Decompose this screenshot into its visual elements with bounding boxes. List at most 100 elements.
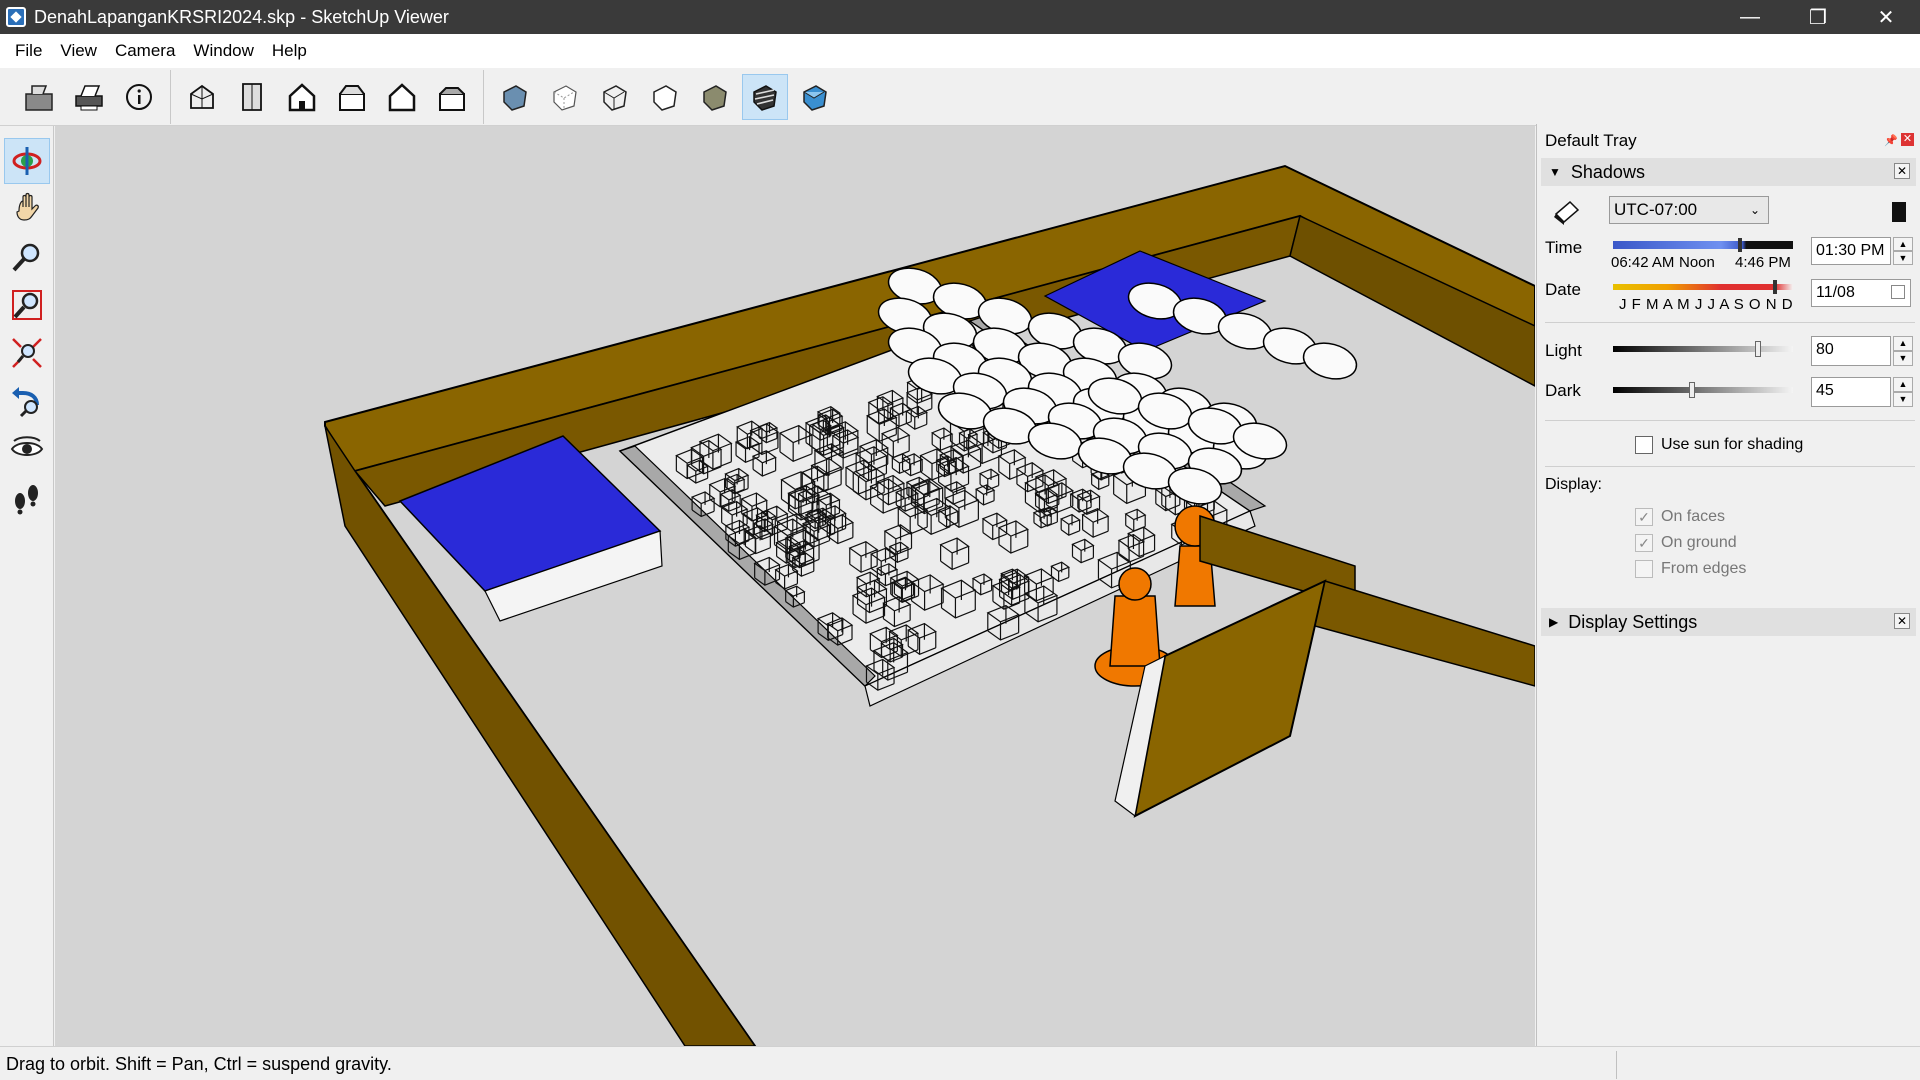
open-icon <box>25 84 53 111</box>
pin-icon[interactable]: 📌 <box>1884 134 1898 147</box>
timezone-dropdown[interactable]: UTC-07:00 ⌄ <box>1609 196 1769 224</box>
dark-field[interactable]: 45 <box>1811 377 1891 407</box>
file-tools-group <box>8 70 170 124</box>
tray-title-bar: Default Tray 📌 ✕ <box>1537 124 1920 158</box>
look-around-button[interactable] <box>4 426 50 472</box>
light-spin-up[interactable]: ▲ <box>1893 336 1913 351</box>
look-around-icon <box>10 436 44 456</box>
zoom-extents-button[interactable] <box>4 330 50 376</box>
shaded-button[interactable] <box>692 74 738 120</box>
sunset-label: 4:46 PM <box>1735 254 1791 271</box>
scene-render[interactable] <box>55 126 1535 1046</box>
shadows-title: Shadows <box>1570 161 1645 182</box>
camera-toolbar <box>0 126 54 1046</box>
date-slider[interactable] <box>1613 284 1793 290</box>
back-view-button[interactable] <box>379 74 425 120</box>
shadows-close-button[interactable]: ✕ <box>1894 163 1910 179</box>
hidden-line-button[interactable] <box>642 74 688 120</box>
iso-view-button[interactable] <box>179 74 225 120</box>
time-slider-thumb[interactable] <box>1738 238 1742 252</box>
light-field[interactable]: 80 <box>1811 336 1891 366</box>
menu-view[interactable]: View <box>51 34 106 68</box>
window-title: DenahLapanganKRSRI2024.skp - SketchUp Vi… <box>34 6 449 27</box>
open-button[interactable] <box>16 74 62 120</box>
title-bar: DenahLapanganKRSRI2024.skp - SketchUp Vi… <box>0 0 1920 34</box>
measurements-box[interactable] <box>1616 1051 1916 1079</box>
pan-button[interactable] <box>4 186 50 232</box>
on-ground-checkbox[interactable]: ✓ <box>1635 534 1653 552</box>
on-faces-label: On faces <box>1661 508 1726 525</box>
shadows-panel-header[interactable]: ▼ Shadows ✕ <box>1541 158 1916 186</box>
top-view-button[interactable] <box>229 74 275 120</box>
xray-button[interactable] <box>492 74 538 120</box>
sunrise-label: 06:42 AM <box>1611 254 1675 271</box>
tray-close-button[interactable]: ✕ <box>1901 133 1914 146</box>
previous-view-button[interactable] <box>4 378 50 424</box>
date-slider-thumb[interactable] <box>1773 280 1777 294</box>
dark-slider-thumb[interactable] <box>1689 382 1695 398</box>
print-icon <box>75 84 103 110</box>
front-view-button[interactable] <box>279 74 325 120</box>
time-slider[interactable] <box>1613 241 1793 249</box>
previous-view-icon <box>12 387 39 418</box>
separator <box>1545 466 1915 467</box>
light-slider-thumb[interactable] <box>1755 341 1761 357</box>
maximize-button[interactable]: ❐ <box>1784 0 1852 34</box>
dark-spin-up[interactable]: ▲ <box>1893 377 1913 392</box>
dark-spin-down[interactable]: ▼ <box>1893 392 1913 407</box>
dark-label: Dark <box>1545 381 1581 400</box>
zoom-extents-icon <box>12 338 42 368</box>
close-button[interactable]: ✕ <box>1852 0 1920 34</box>
from-edges-checkbox[interactable] <box>1635 560 1653 578</box>
model-info-button[interactable] <box>116 74 162 120</box>
menu-camera[interactable]: Camera <box>106 34 184 68</box>
light-spin-down[interactable]: ▼ <box>1893 351 1913 366</box>
walk-icon <box>15 485 38 515</box>
main-toolbar <box>0 68 1920 126</box>
chevron-down-icon: ⌄ <box>1749 203 1760 217</box>
menu-file[interactable]: File <box>6 34 51 68</box>
timezone-value: UTC-07:00 <box>1614 200 1698 219</box>
time-spin-up[interactable]: ▲ <box>1893 237 1913 251</box>
print-button[interactable] <box>66 74 112 120</box>
use-sun-checkbox[interactable] <box>1635 436 1653 454</box>
details-toggle-icon[interactable] <box>1892 202 1906 222</box>
back-view-icon <box>388 82 416 111</box>
shaded-textures-button[interactable] <box>742 73 788 120</box>
back-edges-icon <box>553 84 577 111</box>
time-label: Time <box>1545 238 1583 257</box>
dark-slider[interactable] <box>1613 387 1793 393</box>
time-spin-down[interactable]: ▼ <box>1893 251 1913 265</box>
wireframe-button[interactable] <box>592 74 638 120</box>
iso-view-icon <box>190 84 214 109</box>
right-view-icon <box>339 84 365 111</box>
orbit-button[interactable] <box>4 138 50 184</box>
minimize-button[interactable]: — <box>1716 0 1784 34</box>
wireframe-icon <box>603 84 627 111</box>
light-slider[interactable] <box>1613 346 1793 352</box>
display-label: Display: <box>1545 476 1602 493</box>
model-viewport[interactable] <box>55 126 1535 1046</box>
orbit-icon <box>12 147 42 175</box>
calendar-icon[interactable] <box>1891 285 1905 299</box>
hidden-line-icon <box>653 84 677 111</box>
display-settings-close-button[interactable]: ✕ <box>1894 613 1910 629</box>
display-settings-panel-header[interactable]: ▶ Display Settings ✕ <box>1541 608 1916 636</box>
menu-window[interactable]: Window <box>184 34 262 68</box>
expand-arrow-icon: ▶ <box>1549 615 1559 629</box>
left-view-button[interactable] <box>429 74 475 120</box>
noon-label: Noon <box>1679 254 1715 271</box>
zoom-button[interactable] <box>4 234 50 280</box>
on-faces-checkbox[interactable]: ✓ <box>1635 508 1653 526</box>
back-edges-button[interactable] <box>542 74 588 120</box>
zoom-window-button[interactable] <box>4 282 50 328</box>
walk-button[interactable] <box>4 474 50 520</box>
shaded-icon <box>703 84 727 111</box>
menu-help[interactable]: Help <box>263 34 316 68</box>
model-info-icon <box>126 83 152 110</box>
from-edges-label: From edges <box>1661 560 1747 577</box>
time-field[interactable]: 01:30 PM <box>1811 237 1891 265</box>
right-view-button[interactable] <box>329 74 375 120</box>
shadow-toggle-icon[interactable] <box>1551 196 1581 226</box>
monochrome-button[interactable] <box>792 74 838 120</box>
